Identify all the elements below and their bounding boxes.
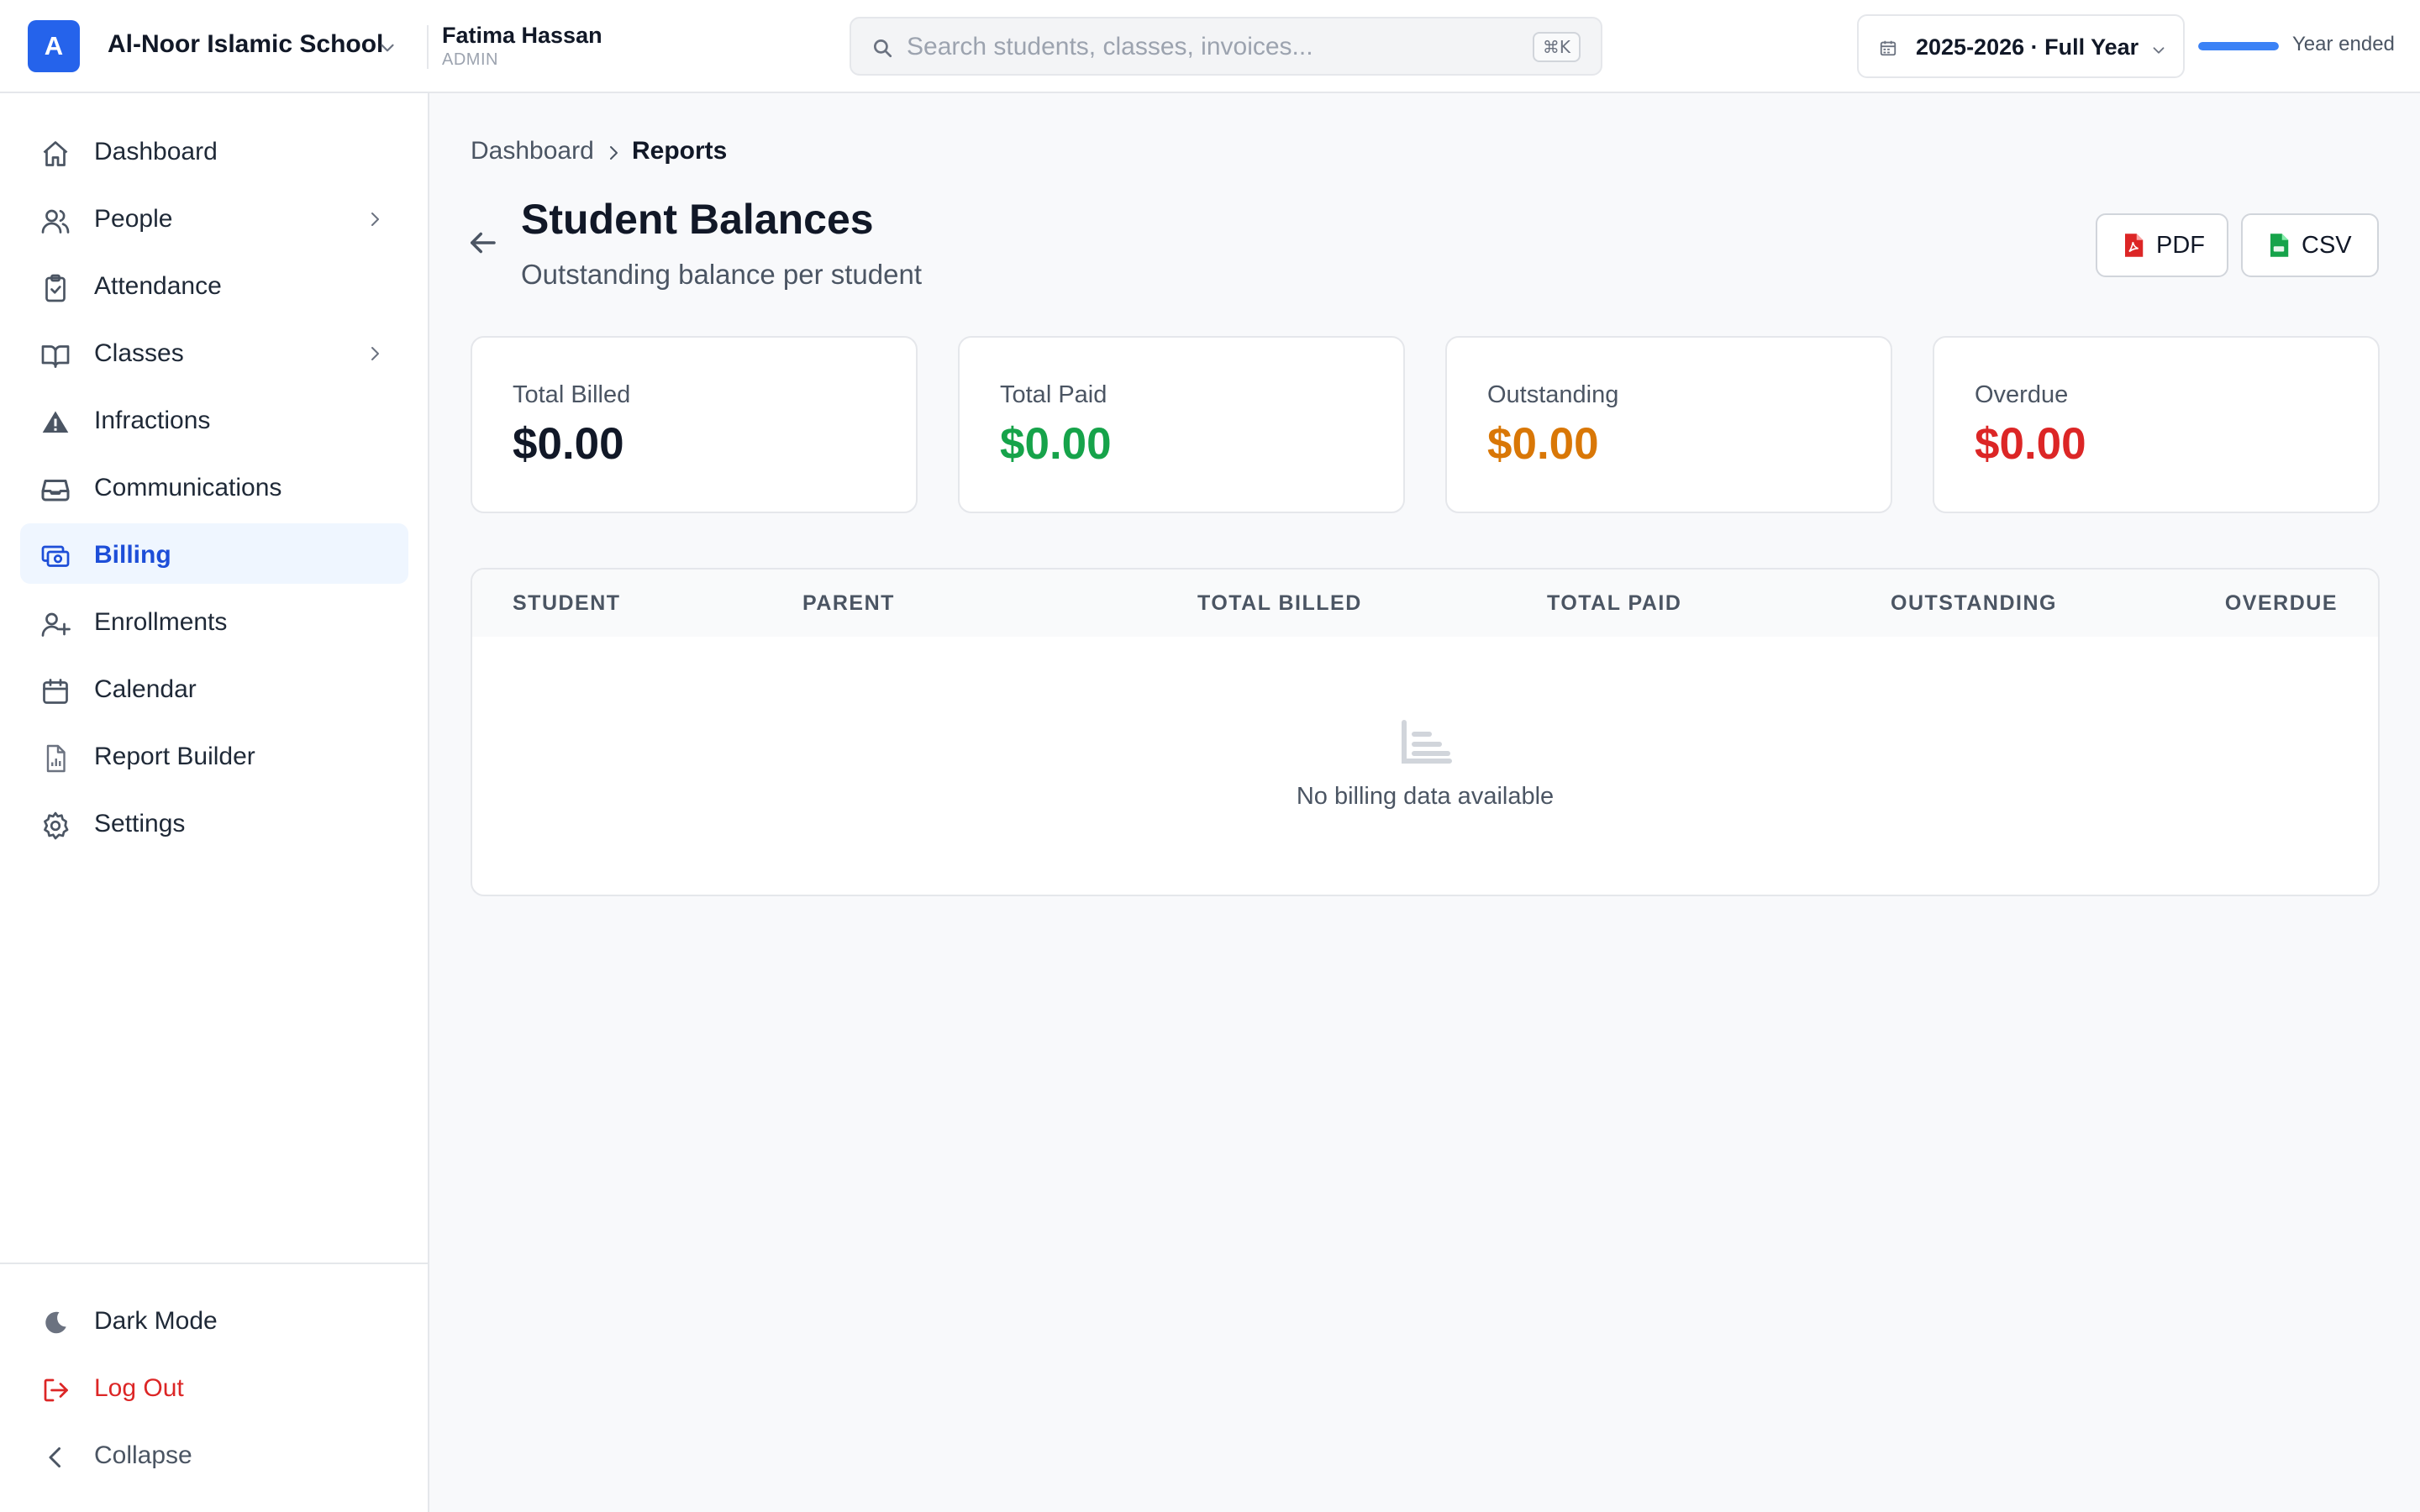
pdf-file-icon <box>2125 234 2144 257</box>
chevron-right-icon <box>371 347 379 360</box>
sidebar: Dashboard People Attendance Classes Infr… <box>0 93 429 1512</box>
logout-label: Log Out <box>94 1374 184 1402</box>
chevron-down-icon[interactable] <box>376 37 398 59</box>
school-switcher[interactable]: Al-Noor Islamic School <box>108 30 383 59</box>
chevron-right-icon <box>610 146 618 160</box>
column-header-overdue[interactable]: OVERDUE <box>2225 591 2338 616</box>
billing-icon <box>41 545 70 567</box>
dark-mode-label: Dark Mode <box>94 1307 218 1335</box>
page-title: Student Balances <box>521 196 874 243</box>
sidebar-item-label: Billing <box>94 541 171 569</box>
chevron-right-icon <box>371 213 379 226</box>
export-pdf-button[interactable]: PDF <box>2096 213 2228 277</box>
year-progress-bar <box>2198 42 2279 50</box>
stat-label: Total Paid <box>1000 381 1107 408</box>
export-csv-button[interactable]: CSV <box>2241 213 2379 277</box>
user-name: Fatima Hassan <box>442 23 602 48</box>
chevron-left-icon <box>49 1447 60 1467</box>
logout-button[interactable]: Log Out <box>20 1357 408 1417</box>
year-status: Year ended <box>2292 33 2395 55</box>
sidebar-item-attendance[interactable]: Attendance <box>20 255 408 315</box>
csv-file-icon <box>2270 234 2289 257</box>
user-plus-icon <box>41 612 71 637</box>
stat-card-total-paid: Total Paid $0.00 <box>958 336 1405 513</box>
search-icon <box>873 39 892 58</box>
search-input[interactable] <box>907 30 1512 64</box>
sidebar-item-label: People <box>94 205 173 233</box>
collapse-sidebar-button[interactable]: Collapse <box>20 1424 408 1484</box>
stat-card-total-billed: Total Billed $0.00 <box>471 336 918 513</box>
logout-icon <box>44 1378 68 1402</box>
page-subtitle: Outstanding balance per student <box>521 259 923 290</box>
global-search[interactable]: ⌘K <box>850 17 1602 76</box>
year-progress-fill <box>2198 42 2279 50</box>
user-role: ADMIN <box>442 50 498 69</box>
breadcrumb-dashboard[interactable]: Dashboard <box>471 137 594 165</box>
stat-card-overdue: Overdue $0.00 <box>1933 336 2380 513</box>
stat-value: $0.00 <box>1000 419 1112 469</box>
clipboard-check-icon <box>45 274 66 302</box>
sidebar-item-label: Enrollments <box>94 608 228 636</box>
stat-value: $0.00 <box>1487 419 1599 469</box>
column-header-outstanding[interactable]: OUTSTANDING <box>1891 591 2057 616</box>
sidebar-item-report-builder[interactable]: Report Builder <box>20 725 408 785</box>
warning-icon <box>42 411 69 433</box>
sidebar-item-classes[interactable]: Classes <box>20 322 408 382</box>
calendar-icon <box>1880 40 1897 56</box>
sidebar-item-label: Classes <box>94 339 184 367</box>
calendar-icon <box>43 679 68 704</box>
sidebar-item-settings[interactable]: Settings <box>20 792 408 853</box>
sidebar-item-label: Report Builder <box>94 743 255 770</box>
school-year-select[interactable]: 2025-2026 · Full Year <box>1857 14 2185 78</box>
book-open-icon <box>41 345 70 368</box>
column-header-parent[interactable]: PARENT <box>802 591 895 616</box>
column-header-total-billed[interactable]: TOTAL BILLED <box>1197 591 1362 616</box>
collapse-label: Collapse <box>94 1441 192 1469</box>
sidebar-item-calendar[interactable]: Calendar <box>20 658 408 718</box>
school-logo[interactable]: A <box>28 20 80 72</box>
balances-table: STUDENT PARENT TOTAL BILLED TOTAL PAID O… <box>471 568 2380 896</box>
sidebar-item-label: Dashboard <box>94 138 218 165</box>
sidebar-item-label: Communications <box>94 474 282 501</box>
column-header-total-paid[interactable]: TOTAL PAID <box>1547 591 1681 616</box>
empty-state-text: No billing data available <box>1296 783 1555 810</box>
table-header: STUDENT PARENT TOTAL BILLED TOTAL PAID O… <box>472 570 2378 637</box>
sidebar-item-dashboard[interactable]: Dashboard <box>20 120 408 181</box>
users-icon <box>41 209 70 234</box>
inbox-icon <box>41 480 70 501</box>
stat-value: $0.00 <box>513 419 624 469</box>
sidebar-item-billing[interactable]: Billing <box>20 523 408 584</box>
report-icon <box>46 744 66 773</box>
sidebar-item-infractions[interactable]: Infractions <box>20 389 408 449</box>
moon-icon <box>45 1311 66 1334</box>
sidebar-item-enrollments[interactable]: Enrollments <box>20 591 408 651</box>
stat-card-outstanding: Outstanding $0.00 <box>1445 336 1892 513</box>
gear-icon <box>44 811 69 840</box>
sidebar-item-communications[interactable]: Communications <box>20 456 408 517</box>
sidebar-item-label: Infractions <box>94 407 211 434</box>
sidebar-item-label: Calendar <box>94 675 197 703</box>
stat-value: $0.00 <box>1975 419 2086 469</box>
sidebar-divider <box>0 1263 428 1264</box>
dark-mode-toggle[interactable]: Dark Mode <box>20 1289 408 1350</box>
back-arrow-icon[interactable] <box>465 225 500 260</box>
breadcrumb-current: Reports <box>632 137 728 165</box>
top-bar: A Al-Noor Islamic School Fatima Hassan A… <box>0 0 2420 93</box>
stat-label: Overdue <box>1975 381 2069 408</box>
header-divider <box>427 25 429 69</box>
empty-chart-icon <box>1402 720 1452 764</box>
sidebar-item-people[interactable]: People <box>20 187 408 248</box>
stat-label: Outstanding <box>1487 381 1619 408</box>
column-header-student[interactable]: STUDENT <box>513 591 621 616</box>
sidebar-item-label: Attendance <box>94 272 222 300</box>
sidebar-item-label: Settings <box>94 810 186 837</box>
export-csv-label: CSV <box>2302 231 2352 259</box>
stat-label: Total Billed <box>513 381 631 408</box>
school-year-label: 2025-2026 · Full Year <box>1916 34 2139 60</box>
home-icon <box>43 141 68 166</box>
search-shortcut-badge: ⌘K <box>1532 32 1581 62</box>
chevron-down-icon <box>2153 47 2165 54</box>
export-pdf-label: PDF <box>2156 231 2205 259</box>
